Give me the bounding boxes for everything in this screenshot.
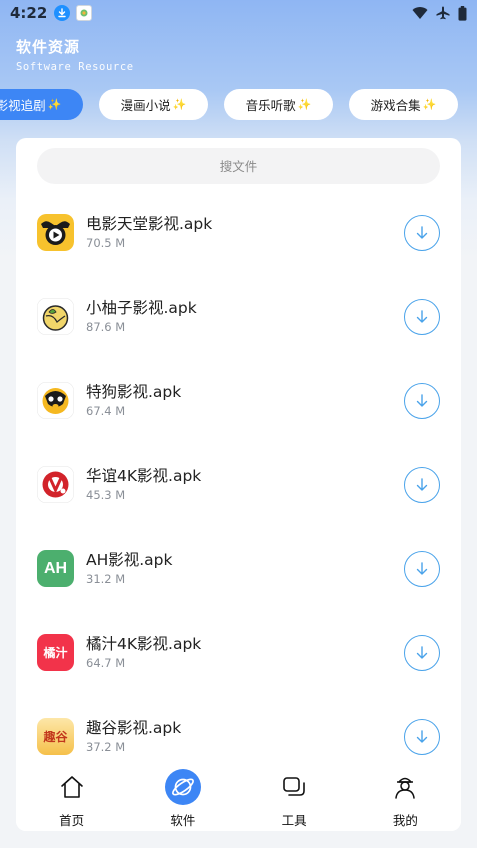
- download-arrow-icon: [416, 310, 428, 323]
- download-arrow-icon: [416, 394, 428, 407]
- nav-software[interactable]: 软件: [127, 766, 238, 831]
- file-name: 华谊4K影视.apk: [86, 467, 202, 485]
- home-icon: [54, 769, 90, 805]
- nav-tools[interactable]: 工具: [239, 766, 350, 831]
- tab-video[interactable]: 影视追剧 ✨: [0, 89, 83, 120]
- download-button[interactable]: [404, 383, 440, 419]
- file-list: 电影天堂影视.apk 70.5 M 小柚子影视.apk 87.6 M 特狗影视.…: [16, 196, 461, 784]
- tools-icon: [276, 769, 312, 805]
- file-size: 87.6 M: [86, 320, 126, 334]
- list-item[interactable]: 小柚子影视.apk 87.6 M: [16, 280, 461, 364]
- list-item[interactable]: 华谊4K影视.apk 45.3 M: [16, 448, 461, 532]
- download-button[interactable]: [404, 719, 440, 755]
- status-indicators: [412, 5, 467, 21]
- file-size: 67.4 M: [86, 404, 126, 418]
- file-name: 特狗影视.apk: [86, 383, 182, 401]
- download-button[interactable]: [404, 551, 440, 587]
- download-notification-icon: [54, 5, 71, 21]
- status-time: 4:22: [10, 4, 48, 22]
- download-button[interactable]: [404, 299, 440, 335]
- nav-label: 工具: [281, 813, 307, 828]
- airplane-icon: [436, 6, 450, 20]
- page-title: 软件资源: [16, 38, 81, 56]
- list-item[interactable]: AH AH影视.apk 31.2 M: [16, 532, 461, 616]
- nav-label: 首页: [59, 813, 85, 828]
- ah-icon-text: AH: [43, 559, 68, 577]
- nav-label: 软件: [170, 813, 196, 828]
- tab-label: 游戏合集: [370, 98, 421, 113]
- download-arrow-icon: [416, 226, 428, 239]
- download-arrow-icon: [416, 478, 428, 491]
- sparkle-icon: ✨: [172, 98, 187, 111]
- sparkle-icon: ✨: [297, 98, 312, 111]
- status-bar: 4:22: [0, 0, 477, 26]
- dog-icon: [37, 382, 74, 419]
- movie-heaven-icon: [37, 214, 74, 251]
- huayi-icon: [37, 466, 74, 503]
- page-subtitle: Software Resource: [16, 61, 134, 73]
- juzhi-icon: 橘汁: [37, 634, 74, 671]
- qugu-icon-text: 趣谷: [43, 730, 68, 744]
- tab-music[interactable]: 音乐听歌 ✨: [224, 89, 333, 120]
- planet-icon: [164, 769, 201, 805]
- list-item[interactable]: 特狗影视.apk 67.4 M: [16, 364, 461, 448]
- bottom-nav: 首页 软件 工具 我的: [16, 766, 461, 831]
- battery-icon: [458, 5, 467, 21]
- download-arrow-icon: [416, 562, 428, 575]
- ah-icon: AH: [37, 550, 74, 587]
- nav-label: 我的: [392, 813, 418, 828]
- file-name: 小柚子影视.apk: [86, 299, 197, 317]
- profile-icon: [387, 769, 423, 805]
- category-tabs: 影视追剧 ✨ 漫画小说 ✨ 音乐听歌 ✨ 游戏合集 ✨: [0, 89, 458, 120]
- file-name: 橘汁4K影视.apk: [86, 635, 202, 653]
- file-size: 37.2 M: [86, 740, 126, 754]
- tab-label: 漫画小说: [120, 98, 171, 113]
- download-arrow-icon: [416, 730, 428, 743]
- juzhi-icon-text: 橘汁: [43, 646, 68, 660]
- qugu-icon: 趣谷: [37, 718, 74, 755]
- tab-label: 音乐听歌: [245, 98, 296, 113]
- pomelo-icon: [37, 298, 74, 335]
- list-item[interactable]: 电影天堂影视.apk 70.5 M: [16, 196, 461, 280]
- page-header: 软件资源 Software Resource: [16, 36, 134, 73]
- sparkle-icon: ✨: [422, 98, 437, 111]
- download-button[interactable]: [404, 467, 440, 503]
- tab-label: 影视追剧: [0, 98, 46, 113]
- file-name: 电影天堂影视.apk: [86, 215, 213, 233]
- download-arrow-icon: [416, 646, 428, 659]
- tab-games[interactable]: 游戏合集 ✨: [349, 89, 458, 120]
- nav-profile[interactable]: 我的: [350, 766, 461, 831]
- tab-comics[interactable]: 漫画小说 ✨: [99, 89, 208, 120]
- search-input[interactable]: [37, 148, 440, 184]
- app-notification-icon: [76, 5, 93, 21]
- file-card: 电影天堂影视.apk 70.5 M 小柚子影视.apk 87.6: [16, 138, 461, 831]
- download-button[interactable]: [404, 215, 440, 251]
- file-size: 64.7 M: [86, 656, 126, 670]
- file-name: 趣谷影视.apk: [86, 719, 182, 737]
- app-screen: 4:22 软件资源 Software Resource 影视追剧 ✨ 漫画小说 …: [0, 0, 477, 848]
- nav-home[interactable]: 首页: [16, 766, 127, 831]
- wifi-icon: [412, 7, 428, 20]
- list-item[interactable]: 橘汁 橘汁4K影视.apk 64.7 M: [16, 616, 461, 700]
- file-size: 45.3 M: [86, 488, 126, 502]
- download-button[interactable]: [404, 635, 440, 671]
- file-name: AH影视.apk: [86, 551, 173, 569]
- file-size: 70.5 M: [86, 236, 126, 250]
- file-size: 31.2 M: [86, 572, 126, 586]
- sparkle-icon: ✨: [47, 98, 62, 111]
